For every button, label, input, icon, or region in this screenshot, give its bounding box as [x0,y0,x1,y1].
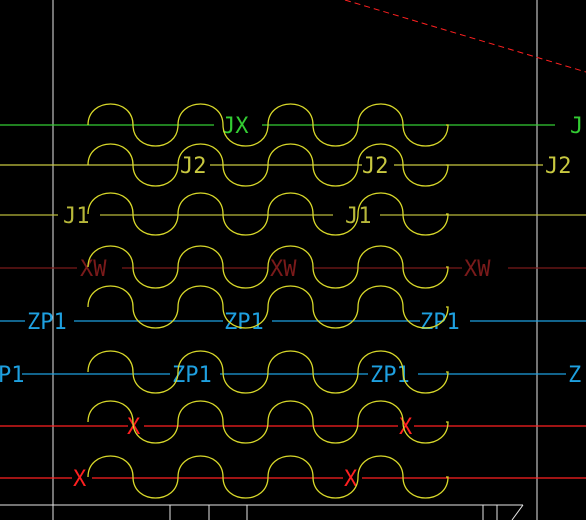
label-xw: XW [80,257,107,282]
wave-row [87,285,449,329]
label-xa: X [399,415,413,440]
label-jx: J [570,114,583,139]
cad-drawing: JX JJ2 J2 J2J1 J1XW XW XWZP1 ZP1 ZP1P1 ZP1 ZP1 ZX XX… [0,0,586,520]
label-zp1b: P1 [0,363,25,388]
label-xw: XW [464,257,491,282]
label-j1: J1 [63,204,90,229]
wave-row [87,455,449,499]
label-zp1a: ZP1 [420,310,460,335]
dashed-boundary-line [344,0,586,73]
label-xw: XW [270,257,297,282]
label-zp1b: Z [568,363,581,388]
label-zp1a: ZP1 [27,310,67,335]
tick-line [511,504,524,520]
wave-row [87,400,449,444]
label-xb: X [344,467,358,492]
label-j2: J2 [362,154,389,179]
label-j2: J2 [545,154,572,179]
cad-drawing-canvas: JX J J2 J2 J2 J1 J1 XW XW XW ZP1 ZP1 ZP1 P1 ZP1 ZP1 Z X X X… [0,0,586,520]
wave-row [87,245,449,289]
wave-row [87,192,449,236]
label-j2: J2 [180,154,207,179]
label-xb: X [73,467,87,492]
